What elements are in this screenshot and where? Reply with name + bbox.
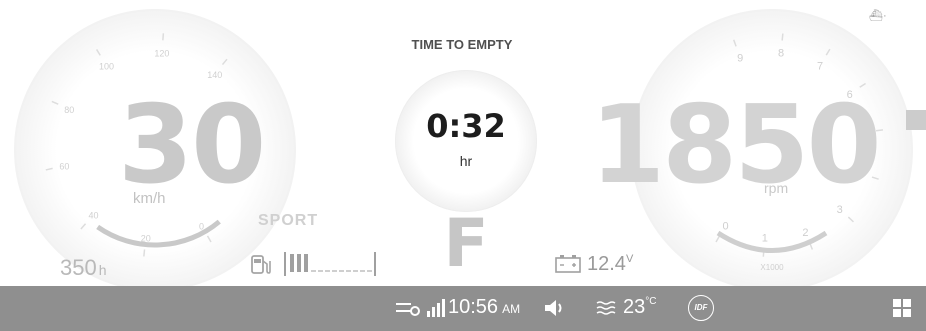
- engine-hours-value: 350: [60, 255, 97, 280]
- fuel-segment: [290, 254, 294, 272]
- rpm-unit: rpm: [764, 180, 789, 196]
- fuel-segment: [339, 270, 344, 272]
- fuel-segment: [360, 270, 365, 272]
- speed-scale-label: 140: [207, 70, 222, 80]
- rpm-scale-tick: [781, 33, 784, 41]
- rpm-scale-label: 0: [722, 221, 728, 233]
- rpm-scale-label: 9: [737, 53, 743, 65]
- fuel-segment: [311, 270, 316, 272]
- battery-voltage: 12.4V: [587, 253, 633, 276]
- water-temp-icon: [596, 301, 616, 315]
- speed-unit: km/h: [133, 190, 166, 207]
- speed-scale-label: 60: [59, 162, 69, 172]
- speed-scale-tick: [162, 33, 165, 41]
- rpm-multiplier-label: X1000: [760, 263, 784, 272]
- fuel-segment: [325, 270, 330, 272]
- clock: 10:56 AM: [448, 296, 520, 319]
- fuel-segment: [332, 270, 337, 272]
- speed-value: 30: [118, 83, 266, 208]
- fuel-segment: [318, 270, 323, 272]
- fuel-segment: [304, 254, 308, 272]
- speed-scale-label: 100: [99, 62, 114, 72]
- gear-indicator: F: [443, 205, 489, 282]
- fuel-segment: [353, 270, 358, 272]
- speed-scale-label: 120: [154, 48, 169, 58]
- time-to-empty-title: TIME TO EMPTY: [411, 37, 513, 52]
- speed-scale-tick: [143, 249, 146, 257]
- fuel-level-bar: [284, 252, 376, 276]
- fuel-pump-icon: [251, 255, 271, 274]
- time-to-empty-unit: hr: [459, 153, 473, 169]
- rpm-scale-label: 8: [778, 47, 784, 59]
- key-icon[interactable]: [395, 300, 421, 316]
- battery-voltage-value: 12.4: [587, 253, 626, 275]
- rpm-scale-label: 2: [802, 227, 808, 239]
- water-temperature-value: 23: [623, 296, 646, 318]
- speed-scale-label: 80: [64, 105, 74, 115]
- boat-tow-icon: ⛴·: [869, 10, 887, 22]
- clock-ampm: AM: [502, 302, 521, 316]
- time-to-empty-value: 0:32: [426, 107, 506, 145]
- rpm-scale-label: 7: [817, 60, 823, 72]
- volume-icon[interactable]: [543, 297, 567, 319]
- engine-hours: 350 h: [60, 255, 107, 281]
- fuel-segment: [367, 270, 372, 272]
- idf-icon[interactable]: IDF: [688, 295, 714, 321]
- battery-icon: [555, 255, 581, 273]
- signal-icon: [427, 299, 445, 317]
- grid-menu-icon[interactable]: [893, 299, 911, 317]
- tachometer-edge-marker: [906, 110, 926, 130]
- fuel-segment: [297, 254, 301, 272]
- status-bar: 10:56 AM 23°C IDF: [0, 286, 926, 331]
- engine-hours-unit: h: [98, 262, 107, 278]
- drive-mode: SPORT: [258, 212, 319, 229]
- battery-voltage-unit: V: [625, 253, 634, 265]
- speed-scale-label: 40: [88, 211, 98, 221]
- rpm-scale-label: 1: [762, 233, 768, 245]
- water-temperature: 23°C: [623, 296, 656, 319]
- fuel-segment: [346, 270, 351, 272]
- water-temperature-unit: °C: [645, 296, 657, 307]
- clock-time: 10:56: [448, 296, 499, 318]
